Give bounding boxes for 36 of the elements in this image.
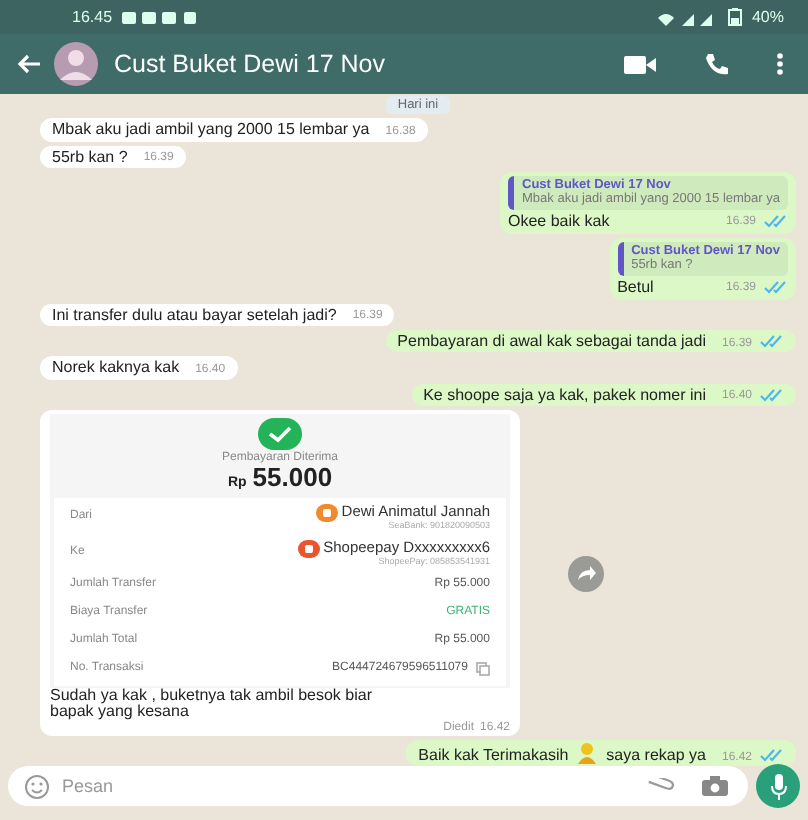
- phone-icon[interactable]: [704, 52, 728, 76]
- emoji-icon[interactable]: [24, 773, 50, 799]
- attach-icon[interactable]: [646, 778, 674, 794]
- chat-title[interactable]: Cust Buket Dewi 17 Nov: [114, 50, 385, 78]
- message-text: Mbak aku jadi ambil yang 2000 15 lembar ya: [52, 120, 370, 140]
- battery-icon: [727, 8, 742, 26]
- message-text: Ini transfer dulu atau bayar setelah jadi?: [52, 306, 337, 325]
- message-text: saya rekap ya: [606, 746, 706, 765]
- message-text: Norek kaknya kak: [52, 358, 180, 378]
- amount: 55.000: [252, 464, 333, 494]
- message-field[interactable]: Pesan: [62, 776, 634, 796]
- message-text: Ke shoope saja ya kak, pakek nomer ini: [423, 385, 706, 404]
- emoji-icon: [576, 742, 599, 765]
- check-icon: [258, 417, 302, 450]
- message-bar[interactable]: Pesan: [8, 766, 748, 806]
- camera-icon[interactable]: [702, 776, 728, 796]
- account-icon: [297, 539, 320, 558]
- status-time: 16.45: [72, 8, 113, 26]
- battery-level: 40%: [751, 8, 784, 26]
- message-text: 55rb kan ?: [52, 147, 128, 166]
- signal-icon: [657, 9, 718, 25]
- message-text: Okee baik kak: [508, 211, 610, 230]
- receipt-screenshot[interactable]: [50, 413, 510, 688]
- account-icon: [315, 503, 338, 522]
- microphone-icon: [769, 773, 787, 799]
- back-icon[interactable]: [16, 54, 42, 74]
- forward-icon[interactable]: [568, 555, 604, 592]
- more-icon[interactable]: [776, 52, 784, 76]
- message-text: Pembayaran di awal kak sebagai tanda jadi: [397, 332, 706, 351]
- copy-icon[interactable]: [476, 662, 490, 677]
- avatar[interactable]: [50, 40, 102, 88]
- message-text: Betul: [617, 277, 654, 297]
- video-call-icon[interactable]: [624, 55, 656, 73]
- microphone-button[interactable]: [756, 764, 800, 808]
- message-text: Baik kak Terimakasih: [418, 746, 569, 765]
- message-text: Sudah ya kak , buketnya tak ambil besok biar bapak yang kesana: [50, 687, 374, 722]
